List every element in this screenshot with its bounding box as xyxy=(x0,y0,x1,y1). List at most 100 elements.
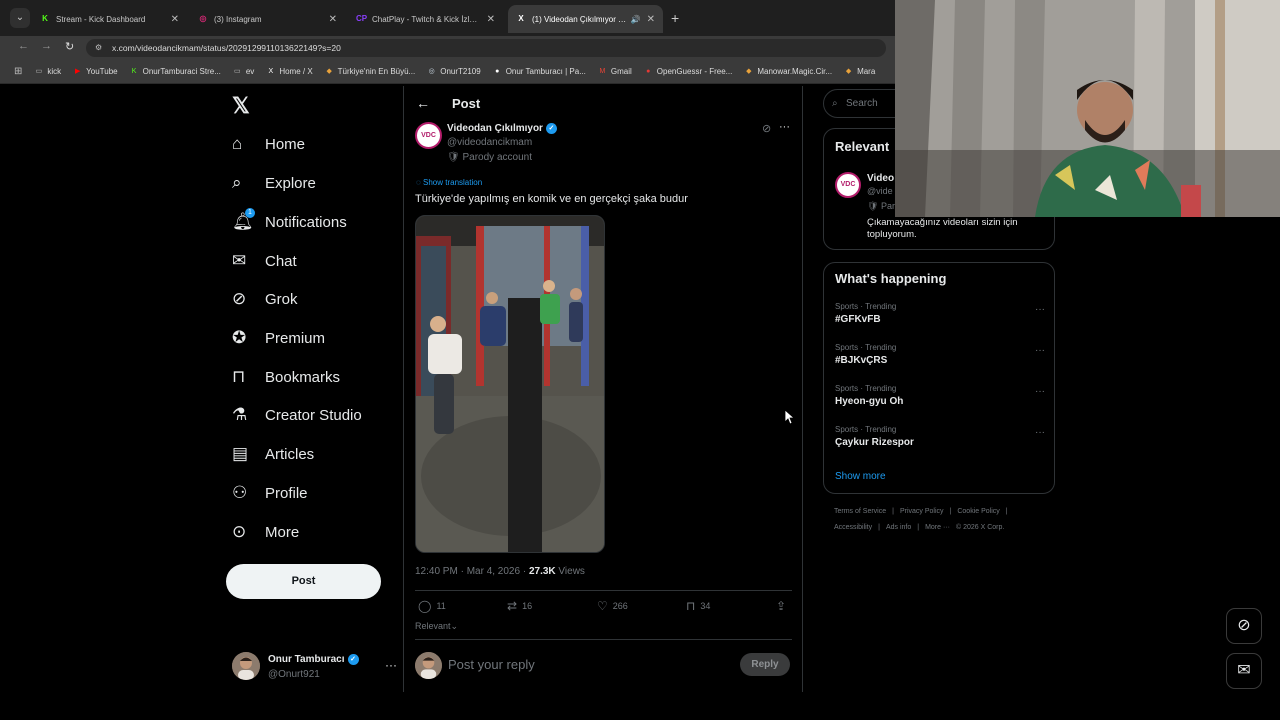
nav-label: Profile xyxy=(265,484,308,502)
post-button[interactable]: Post xyxy=(226,564,381,599)
browser-tab[interactable]: X (1) Videodan Çıkılmıyor on 🔊 ✕ xyxy=(508,5,663,33)
bookmark-item[interactable]: ▭ kick xyxy=(34,67,62,76)
site-info-icon[interactable]: ⚙ xyxy=(95,39,102,57)
nav-item-profile[interactable]: ⚇ Profile xyxy=(232,480,308,506)
apps-icon[interactable]: ⊞ xyxy=(14,66,22,77)
bookmark-action[interactable]: ⊓ 34 xyxy=(686,599,710,613)
nav-item-creator-studio[interactable]: ⚗ Creator Studio xyxy=(232,402,362,428)
back-arrow-icon[interactable]: ← xyxy=(18,40,29,52)
more-dots-icon[interactable]: ··· xyxy=(385,658,397,672)
more-dots-icon[interactable]: ··· xyxy=(779,121,790,133)
footer-link[interactable]: Terms of Service xyxy=(834,508,886,515)
account-avatar xyxy=(232,652,260,680)
footer-link[interactable]: Cookie Policy xyxy=(957,508,999,515)
url-field[interactable]: ⚙ x.com/videodancikmam/status/2029129911… xyxy=(86,39,886,57)
nav-item-grok[interactable]: ⊘ Grok xyxy=(232,286,298,312)
reply-sort-dropdown[interactable]: Relevant⌄ xyxy=(415,621,458,632)
nav-item-explore[interactable]: ⌕ Explore xyxy=(232,170,316,196)
nav-item-chat[interactable]: ✉ Chat xyxy=(232,248,297,274)
bookmarks-bar: ⊞ ▭ kick ▶ YouTube K OnurTamburaci Stre... ▭ ev… xyxy=(0,60,895,84)
messages-floating-button[interactable]: ✉ xyxy=(1226,653,1262,689)
reply-avatar xyxy=(415,652,442,679)
close-tab-icon[interactable]: ✕ xyxy=(329,14,337,25)
grok-icon[interactable]: ⊘ xyxy=(762,122,771,135)
bookmark-item[interactable]: ◎ OnurT2109 xyxy=(427,67,481,76)
nav-item-notifications[interactable]: 🔔︎ 1 Notifications xyxy=(232,208,347,235)
reply-button[interactable]: Reply xyxy=(740,653,790,676)
footer-link[interactable]: Accessibility xyxy=(834,524,872,531)
forward-arrow-icon[interactable]: → xyxy=(41,40,52,52)
relevant-handle: @vide xyxy=(867,186,893,196)
bookmark-item[interactable]: ● Onur Tamburacı | Pa... xyxy=(493,67,586,76)
account-name: Onur Tamburacı ✓ xyxy=(268,654,359,665)
reload-icon[interactable]: ↻ xyxy=(65,40,74,53)
bookmark-item[interactable]: ◆ Türkiye'nin En Büyü... xyxy=(325,67,416,76)
more-dots-icon[interactable]: ··· xyxy=(1035,427,1045,438)
trend-item[interactable]: Sports · Trending #GFKvFB ··· xyxy=(835,302,1045,332)
more-dots-icon[interactable]: ··· xyxy=(1035,386,1045,397)
footer-separator: | xyxy=(949,508,952,515)
verified-badge-icon: ✓ xyxy=(545,123,557,134)
speaker-icon[interactable]: 🔊 xyxy=(631,15,641,24)
bookmark-label: Türkiye'nin En Büyü... xyxy=(337,67,416,76)
nav-item-bookmarks[interactable]: ⊓ Bookmarks xyxy=(232,364,340,390)
trend-item[interactable]: Sports · Trending Çaykur Rizespor ··· xyxy=(835,425,1045,455)
close-tab-icon[interactable]: ✕ xyxy=(647,14,655,25)
browser-tab[interactable]: CP ChatPlay - Twitch & Kick İzleyici ✕ xyxy=(348,5,503,33)
close-tab-icon[interactable]: ✕ xyxy=(487,14,495,25)
bookmark-item[interactable]: ▭ ev xyxy=(233,67,254,76)
new-tab-button[interactable]: + xyxy=(671,10,679,26)
bookmark-item[interactable]: K OnurTamburaci Stre... xyxy=(130,67,221,76)
reply-input[interactable]: Post your reply xyxy=(448,657,535,672)
tab-search-button[interactable]: ⌄ xyxy=(10,8,30,28)
footer-link[interactable]: More ··· xyxy=(925,524,950,531)
nav-item-articles[interactable]: ▤ Articles xyxy=(232,441,314,467)
footer-separator: | xyxy=(878,524,880,531)
close-tab-icon[interactable]: ✕ xyxy=(171,14,179,25)
bookmark-item[interactable]: ● OpenGuessr - Free... xyxy=(644,67,732,76)
trend-name: Çaykur Rizespor xyxy=(835,437,914,448)
footer-link[interactable]: Ads info xyxy=(886,524,911,531)
bookmark-item[interactable]: ▶ YouTube xyxy=(73,67,118,76)
relevant-avatar[interactable]: VDC xyxy=(835,172,861,198)
post-video[interactable] xyxy=(415,215,605,553)
bookmark-icon: ⊓ xyxy=(686,599,696,613)
show-more-link[interactable]: Show more xyxy=(835,471,886,482)
trend-context: Sports · Trending xyxy=(835,425,897,434)
bookmark-item[interactable]: X Home / X xyxy=(266,67,312,76)
nav-item-more[interactable]: ⊙ More xyxy=(232,519,299,545)
footer-link[interactable]: Privacy Policy xyxy=(900,508,944,515)
bookmark-item[interactable]: ◆ Manowar.Magic.Cir... xyxy=(744,67,832,76)
author-name[interactable]: Videodan Çıkılmıyor ✓ xyxy=(447,123,557,134)
relevant-name[interactable]: Video xyxy=(867,173,894,184)
footer-links: Accessibility | Ads info | More ··· © 2026 X … xyxy=(834,524,1054,531)
author-handle[interactable]: @videodancikmam xyxy=(447,137,532,148)
more-dots-icon[interactable]: ··· xyxy=(1035,304,1045,315)
browser-tab[interactable]: K Stream - Kick Dashboard ✕ xyxy=(32,5,187,33)
trend-item[interactable]: Sports · Trending Hyeon-gyu Oh ··· xyxy=(835,384,1045,414)
like-action[interactable]: ♡ 266 xyxy=(597,599,628,613)
trend-name: Hyeon-gyu Oh xyxy=(835,396,904,407)
bookmark-item[interactable]: M Gmail xyxy=(598,67,631,76)
share-action[interactable]: ⇪ xyxy=(776,599,791,613)
site-icon: ◆ xyxy=(746,68,752,75)
repost-action[interactable]: ⇄ 16 xyxy=(507,599,532,613)
author-avatar[interactable]: VDC xyxy=(415,122,442,149)
nav-label: More xyxy=(265,523,300,541)
show-translation-link[interactable]: ◌ Show translation xyxy=(416,178,482,187)
account-switcher[interactable]: Onur Tamburacı ✓ @Onurt921 ··· xyxy=(232,652,397,682)
browser-tab[interactable]: ◎ (3) Instagram ✕ xyxy=(190,5,345,33)
nav-label: Bookmarks xyxy=(265,368,341,386)
nav-item-premium[interactable]: ✪ Premium xyxy=(232,325,325,351)
bookmark-item[interactable]: ◆ Mara xyxy=(844,67,875,76)
x-logo-icon[interactable]: 𝕏 xyxy=(232,93,250,119)
bookmark-label: YouTube xyxy=(86,67,118,76)
back-arrow-icon[interactable]: ← xyxy=(416,95,430,111)
reply-action[interactable]: ◯ 11 xyxy=(418,599,446,613)
more-dots-icon[interactable]: ··· xyxy=(1035,345,1045,356)
search-icon: ⌕ xyxy=(232,173,242,192)
nav-item-home[interactable]: ⌂ Home xyxy=(232,131,305,157)
trend-item[interactable]: Sports · Trending #BJKvÇRS ··· xyxy=(835,343,1045,373)
grok-floating-button[interactable]: ⊘ xyxy=(1226,608,1262,644)
footer-link[interactable]: © 2026 X Corp. xyxy=(956,524,1004,531)
